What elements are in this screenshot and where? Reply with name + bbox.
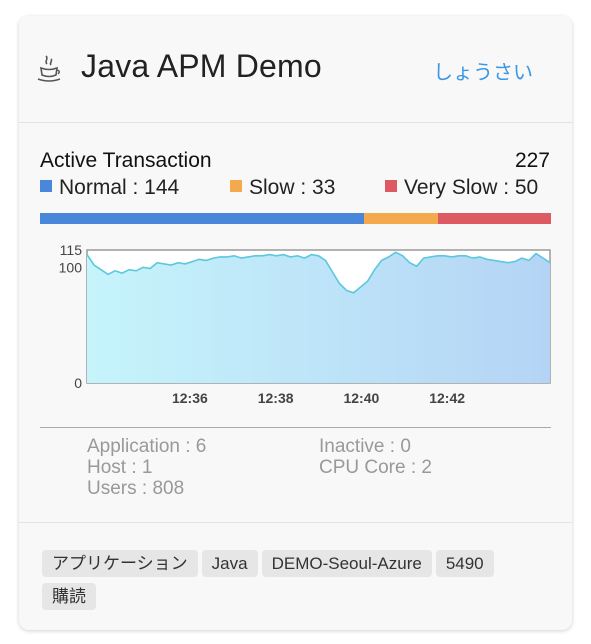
legend-normal-label: Normal : 144 xyxy=(59,176,180,199)
y-tick-label: 115 xyxy=(60,242,83,258)
transaction-status-bar xyxy=(40,213,551,224)
inactive-count: Inactive : 0 xyxy=(319,436,411,457)
host-count: Host : 1 xyxy=(87,457,153,478)
y-tick-label: 0 xyxy=(74,375,82,391)
status-bar-normal xyxy=(40,213,365,224)
active-transaction-total: 227 xyxy=(514,149,550,172)
users-count: Users : 808 xyxy=(87,478,185,499)
tag-list: アプリケーション Java DEMO-Seoul-Azure 5490 購読 xyxy=(42,550,552,616)
detail-link[interactable]: しょうさい xyxy=(433,56,533,85)
app-title: Java APM Demo xyxy=(81,48,322,84)
y-tick-label: 100 xyxy=(59,259,83,275)
card-header: Java APM Demo しょうさい xyxy=(19,16,572,123)
tag-chip[interactable]: アプリケーション xyxy=(42,550,198,577)
application-count: Application : 6 xyxy=(87,436,207,457)
x-tick-label: 12:36 xyxy=(172,390,208,406)
tag-chip[interactable]: DEMO-Seoul-Azure xyxy=(261,550,432,577)
transaction-legend: Normal : 144 Slow : 33 Very Slow : 50 xyxy=(40,176,551,202)
active-transaction-label: Active Transaction xyxy=(40,149,212,172)
tag-chip[interactable]: 5490 xyxy=(435,550,494,577)
status-bar-very-slow xyxy=(438,213,551,224)
tags-divider xyxy=(19,522,572,523)
tag-chip[interactable]: Java xyxy=(201,550,258,577)
legend-swatch-normal xyxy=(40,180,52,192)
legend-swatch-very-slow xyxy=(385,180,397,192)
chart-divider xyxy=(40,427,551,428)
cpu-core-count: CPU Core : 2 xyxy=(319,457,432,478)
legend-swatch-slow xyxy=(230,180,242,192)
tag-chip[interactable]: 購読 xyxy=(42,583,96,610)
x-tick-label: 12:40 xyxy=(343,390,379,406)
legend-slow-label: Slow : 33 xyxy=(249,176,336,199)
active-transaction-chart: 0 100115 12:36 12:38 12:40 12:42 xyxy=(59,242,551,406)
x-tick-label: 12:42 xyxy=(429,390,465,406)
legend-slow: Slow : 33 xyxy=(230,176,335,200)
x-tick-label: 12:38 xyxy=(258,390,294,406)
series-area xyxy=(87,252,550,383)
java-icon xyxy=(37,55,61,82)
status-bar-slow xyxy=(364,213,439,224)
legend-normal: Normal : 144 xyxy=(40,176,179,200)
legend-very-slow-label: Very Slow : 50 xyxy=(404,176,539,199)
app-card: Java APM Demo しょうさい Active Transaction 2… xyxy=(19,16,572,630)
legend-very-slow: Very Slow : 50 xyxy=(385,176,538,200)
